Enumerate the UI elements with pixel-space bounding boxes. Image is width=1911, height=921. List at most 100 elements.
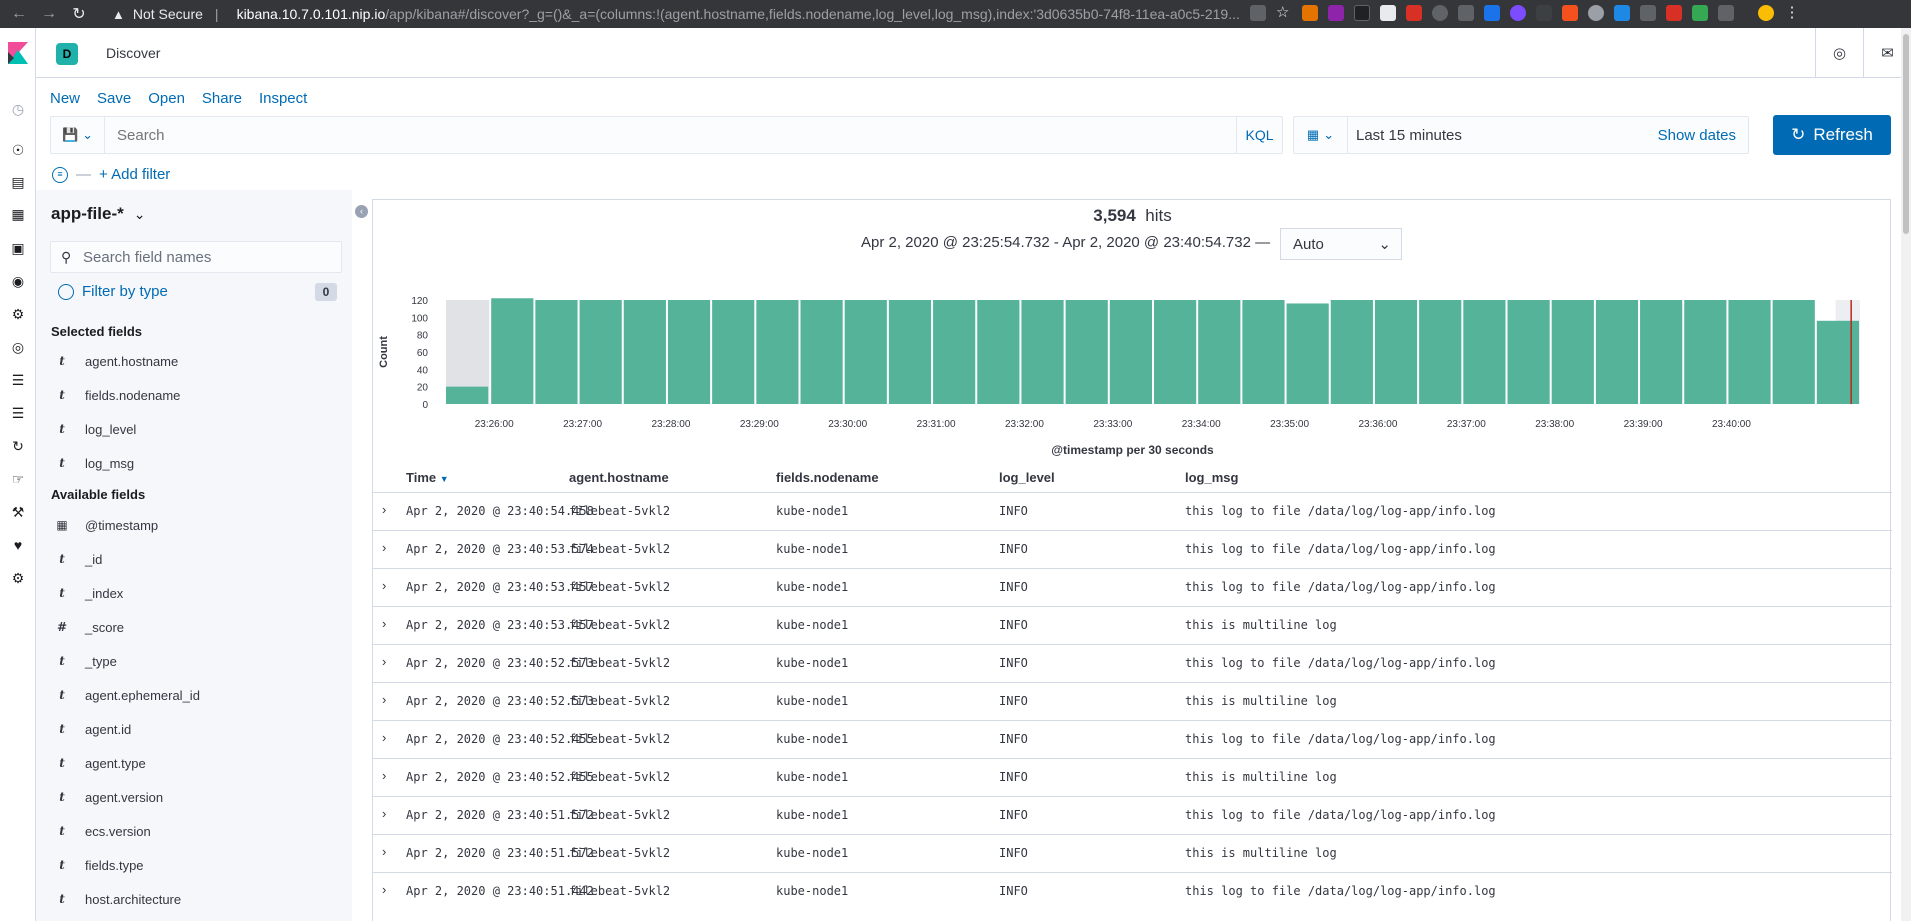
infrastructure-icon[interactable]: ◎ [10,339,26,355]
kql-toggle-button[interactable]: KQL [1236,117,1282,153]
extension-icon[interactable] [1380,5,1396,21]
histogram-bar[interactable] [1595,300,1639,404]
help-icon[interactable]: ◎ [1815,28,1863,78]
expand-row-icon[interactable]: › [382,692,396,708]
ml-icon[interactable]: ⚙ [10,306,26,322]
extension-icon[interactable] [1458,5,1474,21]
field-item[interactable]: t agent.hostname [51,344,341,378]
field-item[interactable]: t log_msg [51,446,341,480]
histogram-bar[interactable] [1684,300,1727,404]
histogram-bar[interactable] [756,300,799,404]
extension-icon[interactable] [1328,5,1344,21]
histogram-bar[interactable] [1374,300,1418,404]
histogram-bar[interactable] [1021,300,1064,404]
histogram-bar[interactable] [977,300,1020,404]
show-dates-button[interactable]: Show dates [1658,127,1736,144]
histogram-bar[interactable] [1463,300,1506,404]
filter-by-type-button[interactable]: Filter by type [58,283,168,300]
field-item[interactable]: t agent.type [51,746,341,780]
histogram-bar[interactable] [1286,303,1329,404]
histogram-bar[interactable] [1728,300,1771,404]
histogram-bar[interactable] [667,300,711,404]
histogram-bar[interactable] [446,386,489,404]
expand-row-icon[interactable]: › [382,616,396,632]
share-button[interactable]: Share [202,90,242,107]
table-row[interactable]: › Apr 2, 2020 @ 23:40:51.442 filebeat-5vkl… [373,872,1892,910]
profile-avatar[interactable] [1758,5,1774,21]
extension-icon[interactable] [1354,5,1370,21]
inspect-button[interactable]: Inspect [259,90,307,107]
visualize-icon[interactable]: ▤ [10,174,26,190]
field-item[interactable]: t ecs.version [51,814,341,848]
column-header-agent-hostname[interactable]: agent.hostname [569,464,669,492]
extension-icon[interactable] [1484,5,1500,21]
column-header-fields-nodename[interactable]: fields.nodename [776,464,879,492]
new-button[interactable]: New [50,90,80,107]
histogram-bar[interactable] [1640,300,1683,404]
table-row[interactable]: › Apr 2, 2020 @ 23:40:51.572 filebeat-5vkl… [373,834,1892,872]
histogram-bar[interactable] [623,300,666,404]
reload-icon[interactable]: ↻ [68,4,90,24]
histogram-bar[interactable] [1419,300,1462,404]
expand-row-icon[interactable]: › [382,806,396,822]
extension-icon[interactable] [1510,5,1526,21]
extension-icon[interactable] [1614,5,1630,21]
collapse-sidebar-icon[interactable]: ‹ [355,205,368,218]
histogram-bar[interactable] [1109,300,1152,404]
back-icon[interactable]: ← [8,5,30,23]
field-item[interactable]: t fields.nodename [51,378,341,412]
canvas-icon[interactable]: ▣ [10,240,26,256]
table-row[interactable]: › Apr 2, 2020 @ 23:40:51.572 filebeat-5vkl… [373,796,1892,834]
histogram-bar[interactable] [1154,300,1197,404]
field-item[interactable]: t agent.version [51,780,341,814]
histogram-bar[interactable] [1242,300,1285,404]
space-avatar[interactable]: D [56,43,78,65]
quick-menu-button[interactable]: ▦ ⌄ [1294,117,1348,153]
dev-tools-icon[interactable]: ⚒ [10,504,26,520]
address-bar[interactable]: kibana.10.7.0.101.nip.io/app/kibana#/dis… [237,6,1257,22]
interval-select[interactable]: Auto ⌄ [1280,228,1402,260]
extension-icon[interactable] [1406,5,1422,21]
expand-row-icon[interactable]: › [382,768,396,784]
histogram-bar[interactable] [579,300,622,404]
histogram-bar[interactable] [933,300,976,404]
histogram-bar[interactable] [1507,300,1550,404]
expand-row-icon[interactable]: › [382,578,396,594]
extension-icon[interactable] [1536,5,1552,21]
column-header-log-msg[interactable]: log_msg [1185,464,1238,492]
field-item[interactable]: t agent.ephemeral_id [51,678,341,712]
expand-row-icon[interactable]: › [382,502,396,518]
recent-icon[interactable]: ◷ [10,101,26,117]
warning-icon[interactable]: ▲ [112,7,125,22]
extension-icon[interactable] [1588,5,1604,21]
expand-row-icon[interactable]: › [382,730,396,746]
field-item[interactable]: t _type [51,644,341,678]
field-item[interactable]: t _index [51,576,341,610]
management-icon[interactable]: ⚙ [10,570,26,586]
field-item[interactable]: t _id [51,542,341,576]
saved-query-button[interactable]: 💾 ⌄ [51,117,105,153]
table-row[interactable]: › Apr 2, 2020 @ 23:40:53.574 filebeat-5vkl… [373,530,1892,568]
field-item[interactable]: t log_level [51,412,341,446]
discover-icon[interactable]: ☉ [10,142,26,158]
extension-icon[interactable] [1302,5,1318,21]
expand-row-icon[interactable]: › [382,540,396,556]
time-range-label[interactable]: Last 15 minutes [1356,127,1462,144]
star-icon[interactable]: ☆ [1276,5,1292,21]
table-row[interactable]: › Apr 2, 2020 @ 23:40:53.457 filebeat-5vkl… [373,568,1892,606]
maps-icon[interactable]: ◉ [10,273,26,289]
table-row[interactable]: › Apr 2, 2020 @ 23:40:52.455 filebeat-5vkl… [373,758,1892,796]
histogram-bar[interactable] [1551,300,1594,404]
table-row[interactable]: › Apr 2, 2020 @ 23:40:52.573 filebeat-5vkl… [373,644,1892,682]
extension-icon[interactable] [1640,5,1656,21]
logs-icon[interactable]: ☰ [10,372,26,388]
extension-icon[interactable] [1562,5,1578,21]
expand-row-icon[interactable]: › [382,844,396,860]
kibana-logo-icon[interactable] [8,42,28,64]
search-input[interactable] [117,127,1217,144]
monitoring-icon[interactable]: ♥ [10,537,26,553]
table-row[interactable]: › Apr 2, 2020 @ 23:40:52.455 filebeat-5vkl… [373,720,1892,758]
table-row[interactable]: › Apr 2, 2020 @ 23:40:52.573 filebeat-5vkl… [373,682,1892,720]
page-scrollbar[interactable] [1901,28,1911,921]
histogram-bar[interactable] [1065,300,1108,404]
